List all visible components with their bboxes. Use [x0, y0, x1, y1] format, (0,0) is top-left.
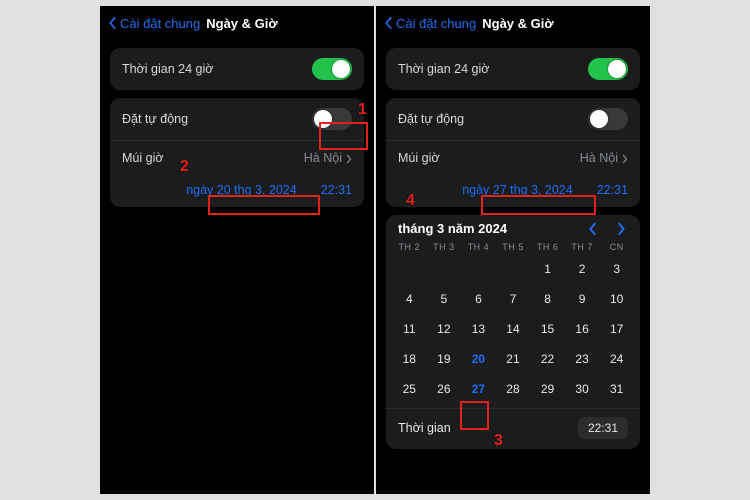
day-cell[interactable]: 5: [427, 284, 462, 314]
back-label: Cài đặt chung: [396, 16, 476, 31]
label-timezone: Múi giờ: [398, 151, 440, 165]
prev-month-button[interactable]: [586, 222, 600, 236]
label-24h: Thời gian 24 giờ: [122, 62, 213, 76]
back-button[interactable]: Cài đặt chung: [108, 16, 200, 31]
toggle-24h[interactable]: [588, 58, 628, 80]
day-cell[interactable]: 29: [530, 374, 565, 404]
group-24h: Thời gian 24 giờ: [386, 48, 640, 90]
day-cell[interactable]: 19: [427, 344, 462, 374]
group-datetime: Đặt tự động Múi giờ Hà Nội ngày 27: [386, 98, 640, 207]
day-cell[interactable]: 21: [496, 344, 531, 374]
chevron-left-icon: [108, 16, 118, 30]
back-button[interactable]: Cài đặt chung: [384, 16, 476, 31]
row-timezone[interactable]: Múi giờ Hà Nội: [386, 140, 640, 175]
chevron-left-icon: [384, 16, 394, 30]
day-cell[interactable]: 18: [392, 344, 427, 374]
nav-bar: Cài đặt chung Ngày & Giờ: [100, 6, 374, 40]
day-cell[interactable]: 30: [565, 374, 600, 404]
day-cell[interactable]: 15: [530, 314, 565, 344]
dow-cell: TH 7: [565, 242, 600, 252]
day-cell[interactable]: 25: [392, 374, 427, 404]
group-24h: Thời gian 24 giờ: [110, 48, 364, 90]
time-label: Thời gian: [398, 421, 451, 435]
row-auto[interactable]: Đặt tự động: [386, 98, 640, 140]
calendar-time-row[interactable]: Thời gian 22:31: [386, 408, 640, 449]
row-date[interactable]: ngày 27 thg 3, 2024 22:31: [386, 175, 640, 207]
day-cell[interactable]: 20: [461, 344, 496, 374]
toggle-24h[interactable]: [312, 58, 352, 80]
row-date[interactable]: ngày 20 thg 3, 2024 22:31: [110, 175, 364, 207]
row-timezone[interactable]: Múi giờ Hà Nội: [110, 140, 364, 175]
day-blank: [461, 254, 496, 284]
label-auto: Đặt tự động: [122, 112, 188, 126]
day-cell[interactable]: 6: [461, 284, 496, 314]
day-cell[interactable]: 7: [496, 284, 531, 314]
day-cell[interactable]: 24: [599, 344, 634, 374]
time-link[interactable]: 22:31: [321, 183, 352, 197]
value-timezone: Hà Nội: [580, 151, 618, 165]
calendar-days: 1234567891011121314151617181920212223242…: [386, 254, 640, 408]
day-cell[interactable]: 14: [496, 314, 531, 344]
day-cell[interactable]: 11: [392, 314, 427, 344]
dow-cell: TH 4: [461, 242, 496, 252]
day-cell[interactable]: 13: [461, 314, 496, 344]
day-cell[interactable]: 1: [530, 254, 565, 284]
day-cell[interactable]: 9: [565, 284, 600, 314]
day-cell[interactable]: 28: [496, 374, 531, 404]
day-blank: [496, 254, 531, 284]
day-blank: [427, 254, 462, 284]
day-cell[interactable]: 31: [599, 374, 634, 404]
dow-cell: CN: [599, 242, 634, 252]
time-chip[interactable]: 22:31: [578, 417, 628, 439]
label-timezone: Múi giờ: [122, 151, 164, 165]
chevron-right-icon: [622, 153, 628, 163]
row-24h[interactable]: Thời gian 24 giờ: [386, 48, 640, 90]
dow-cell: TH 2: [392, 242, 427, 252]
group-datetime: Đặt tự động Múi giờ Hà Nội ngày 20: [110, 98, 364, 207]
next-month-button[interactable]: [614, 222, 628, 236]
time-link[interactable]: 22:31: [597, 183, 628, 197]
day-cell[interactable]: 4: [392, 284, 427, 314]
dow-cell: TH 3: [427, 242, 462, 252]
phone-right: Cài đặt chung Ngày & Giờ Thời gian 24 gi…: [376, 6, 650, 494]
nav-bar: Cài đặt chung Ngày & Giờ: [376, 6, 650, 40]
day-cell[interactable]: 22: [530, 344, 565, 374]
row-24h[interactable]: Thời gian 24 giờ: [110, 48, 364, 90]
calendar-header: tháng 3 năm 2024: [386, 215, 640, 238]
day-cell[interactable]: 10: [599, 284, 634, 314]
phone-left: Cài đặt chung Ngày & Giờ Thời gian 24 gi…: [100, 6, 374, 494]
day-blank: [392, 254, 427, 284]
row-auto[interactable]: Đặt tự động: [110, 98, 364, 140]
day-cell[interactable]: 26: [427, 374, 462, 404]
back-label: Cài đặt chung: [120, 16, 200, 31]
day-cell[interactable]: 3: [599, 254, 634, 284]
dow-cell: TH 6: [530, 242, 565, 252]
month-label[interactable]: tháng 3 năm 2024: [398, 221, 507, 236]
day-cell[interactable]: 2: [565, 254, 600, 284]
day-cell[interactable]: 16: [565, 314, 600, 344]
day-cell[interactable]: 27: [461, 374, 496, 404]
calendar-dow: TH 2TH 3TH 4TH 5TH 6TH 7CN: [386, 238, 640, 254]
label-auto: Đặt tự động: [398, 112, 464, 126]
chevron-right-icon: [346, 153, 352, 163]
dow-cell: TH 5: [496, 242, 531, 252]
date-link[interactable]: ngày 27 thg 3, 2024: [462, 183, 573, 197]
day-cell[interactable]: 17: [599, 314, 634, 344]
page-title: Ngày & Giờ: [206, 16, 277, 31]
toggle-auto[interactable]: [312, 108, 352, 130]
page-title: Ngày & Giờ: [482, 16, 553, 31]
day-cell[interactable]: 23: [565, 344, 600, 374]
group-calendar: tháng 3 năm 2024 TH 2TH 3TH 4TH 5TH 6TH …: [386, 215, 640, 449]
value-timezone: Hà Nội: [304, 151, 342, 165]
day-cell[interactable]: 8: [530, 284, 565, 314]
label-24h: Thời gian 24 giờ: [398, 62, 489, 76]
toggle-auto[interactable]: [588, 108, 628, 130]
day-cell[interactable]: 12: [427, 314, 462, 344]
date-link[interactable]: ngày 20 thg 3, 2024: [186, 183, 297, 197]
